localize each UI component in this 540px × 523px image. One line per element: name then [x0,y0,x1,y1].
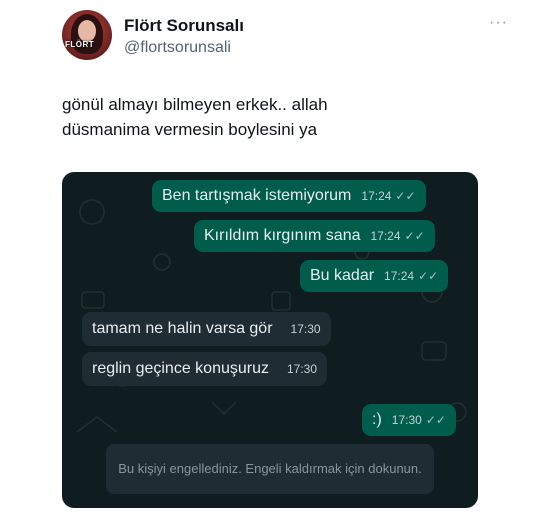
message-text: Kırıldım kırgınım sana [204,227,361,244]
message-time: 17:24 [361,189,392,203]
blocked-contact-notice[interactable]: Bu kişiyi engellediniz. Engeli kaldırmak… [106,444,434,494]
tweet-header: FLÖRT Flört Sorunsalı @flortsorunsali ··… [62,10,522,66]
message-time: 17:30 [290,322,321,336]
read-ticks-icon: ✓✓ [404,229,425,243]
avatar-logo-text: FLÖRT [65,40,95,49]
message-time: 17:30 [391,413,422,427]
message-bubble-outgoing[interactable]: Bu kadar 17:24 ✓✓ [300,260,449,292]
message-text: tamam ne halin varsa gör [92,320,273,337]
avatar-face [78,20,96,42]
message-text: reglin geçince konuşuruz [92,360,269,377]
message-bubble-outgoing[interactable]: Kırıldım kırgınım sana 17:24 ✓✓ [194,220,435,252]
message-text: :) [372,411,382,428]
message-bubble-incoming[interactable]: tamam ne halin varsa gör 17:30 [82,312,331,346]
message-text: Ben tartışmak istemiyorum [162,187,352,204]
read-ticks-icon: ✓✓ [425,413,446,427]
message-time: 17:30 [287,362,318,376]
tweet-text: gönül almayı bilmeyen erkek.. allah düsm… [62,92,502,142]
message-text: Bu kadar [310,267,375,284]
author-name[interactable]: Flört Sorunsalı [124,16,244,36]
read-ticks-icon: ✓✓ [418,269,439,283]
chat-screenshot: Ben tartışmak istemiyorum 17:24 ✓✓ Kırıl… [62,172,478,508]
message-bubble-incoming[interactable]: reglin geçince konuşuruz 17:30 [82,352,328,386]
message-bubble-outgoing[interactable]: :) 17:30 ✓✓ [362,404,456,436]
read-ticks-icon: ✓✓ [395,189,416,203]
message-time: 17:24 [384,269,415,283]
tweet-text-line: gönül almayı bilmeyen erkek.. allah [62,95,328,114]
avatar[interactable]: FLÖRT [62,10,112,60]
tweet-text-line: düsmanima vermesin boylesini ya [62,120,318,139]
message-time: 17:24 [370,229,401,243]
author-handle[interactable]: @flortsorunsali [124,39,231,57]
message-bubble-outgoing[interactable]: Ben tartışmak istemiyorum 17:24 ✓✓ [152,180,426,212]
more-options-icon[interactable]: ··· [489,14,508,32]
